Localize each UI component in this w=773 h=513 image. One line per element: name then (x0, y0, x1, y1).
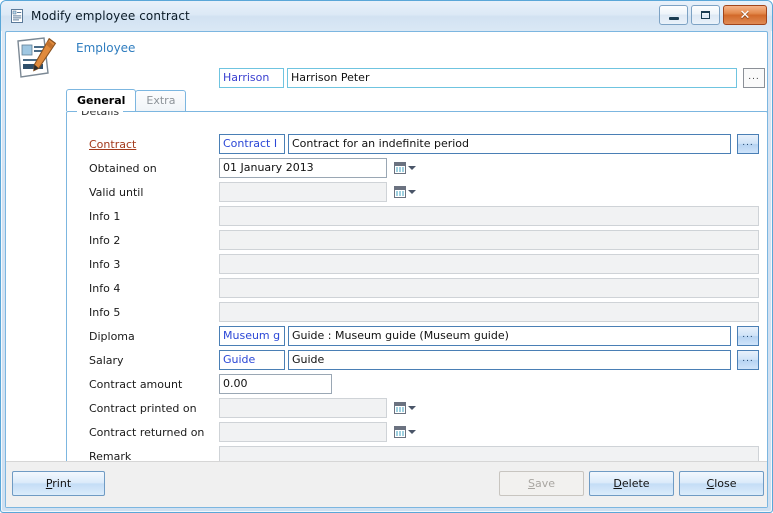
tab-general[interactable]: General (66, 89, 136, 111)
client-area: Employee Harrison Harrison Peter ... Gen… (5, 31, 768, 508)
contract-amount-field[interactable]: 0.00 (219, 374, 332, 394)
label-contract-returned-on: Contract returned on (89, 426, 204, 439)
diploma-browse-button[interactable]: ... (737, 326, 759, 346)
document-pen-icon (14, 35, 62, 81)
label-valid-until: Valid until (89, 186, 143, 199)
ellipsis-icon: ... (742, 355, 754, 364)
calendar-icon (394, 162, 406, 174)
label-info-4: Info 4 (89, 282, 120, 295)
accel-d: D (613, 477, 621, 490)
contract-returned-on-field[interactable] (219, 422, 387, 442)
tab-extra[interactable]: Extra (135, 90, 186, 111)
label-contract: Contract (89, 138, 136, 151)
salary-browse-button[interactable]: ... (737, 350, 759, 370)
diploma-description-field[interactable]: Guide : Museum guide (Museum guide) (288, 326, 731, 346)
label-contract-amount: Contract amount (89, 378, 182, 391)
salary-code-field[interactable]: Guide (219, 350, 285, 370)
employee-code-field[interactable]: Harrison (219, 68, 284, 88)
close-button[interactable]: ✕ (723, 5, 767, 25)
employee-browse-button[interactable]: ... (743, 68, 765, 88)
label-obtained-on: Obtained on (89, 162, 157, 175)
employee-label: Employee (76, 41, 135, 55)
chevron-down-icon (408, 406, 416, 410)
footer-bar: Print Save Delete Close (6, 461, 767, 507)
minimize-icon (669, 17, 679, 20)
chevron-down-icon (408, 166, 416, 170)
contract-browse-button[interactable]: ... (737, 134, 759, 154)
info-5-field[interactable] (219, 302, 759, 322)
contract-printed-on-field[interactable] (219, 398, 387, 418)
obtained-on-field[interactable]: 01 January 2013 (219, 158, 387, 178)
contract-printed-on-datepicker-button[interactable] (389, 398, 421, 418)
employee-name-field[interactable]: Harrison Peter (287, 68, 737, 88)
salary-description-field[interactable]: Guide (288, 350, 731, 370)
ellipsis-icon: ... (742, 139, 754, 148)
delete-button-label: Delete (613, 477, 649, 490)
maximize-button[interactable] (691, 5, 720, 25)
window-title: Modify employee contract (31, 9, 190, 23)
delete-button[interactable]: Delete (589, 471, 674, 496)
close-icon: ✕ (740, 9, 751, 22)
print-rest: rint (52, 477, 71, 490)
label-salary: Salary (89, 354, 124, 367)
document-icon (9, 8, 25, 24)
close-button-label: Close (707, 477, 737, 490)
close-rest: lose (714, 477, 736, 490)
save-button[interactable]: Save (499, 471, 584, 496)
delete-rest: elete (622, 477, 650, 490)
diploma-code-field[interactable]: Museum g (219, 326, 285, 346)
info-3-field[interactable] (219, 254, 759, 274)
minimize-button[interactable] (659, 5, 688, 25)
save-button-label: Save (528, 477, 555, 490)
ellipsis-icon: ... (748, 73, 760, 82)
label-diploma: Diploma (89, 330, 135, 343)
chevron-down-icon (408, 190, 416, 194)
window-controls: ✕ (659, 5, 767, 25)
label-info-2: Info 2 (89, 234, 120, 247)
save-rest: ave (535, 477, 555, 490)
chevron-down-icon (408, 430, 416, 434)
contract-returned-on-datepicker-button[interactable] (389, 422, 421, 442)
valid-until-datepicker-button[interactable] (389, 182, 421, 202)
label-info-5: Info 5 (89, 306, 120, 319)
close-footer-button[interactable]: Close (679, 471, 764, 496)
print-button[interactable]: Print (12, 471, 105, 496)
calendar-icon (394, 402, 406, 414)
contract-description-field[interactable]: Contract for an indefinite period (288, 134, 731, 154)
label-contract-printed-on: Contract printed on (89, 402, 197, 415)
accel-s: S (528, 477, 535, 490)
maximize-icon (701, 11, 710, 19)
obtained-on-datepicker-button[interactable] (389, 158, 421, 178)
contract-code-field[interactable]: Contract I (219, 134, 285, 154)
label-info-1: Info 1 (89, 210, 120, 223)
label-info-3: Info 3 (89, 258, 120, 271)
print-button-label: Print (46, 477, 71, 490)
form-header: Employee (6, 32, 767, 62)
valid-until-field[interactable] (219, 182, 387, 202)
title-bar[interactable]: Modify employee contract ✕ (1, 1, 772, 31)
ellipsis-icon: ... (742, 331, 754, 340)
window-modify-employee-contract: Modify employee contract ✕ (0, 0, 773, 513)
info-1-field[interactable] (219, 206, 759, 226)
calendar-icon (394, 426, 406, 438)
info-4-field[interactable] (219, 278, 759, 298)
tab-bar: General Extra (66, 90, 185, 111)
calendar-icon (394, 186, 406, 198)
info-2-field[interactable] (219, 230, 759, 250)
